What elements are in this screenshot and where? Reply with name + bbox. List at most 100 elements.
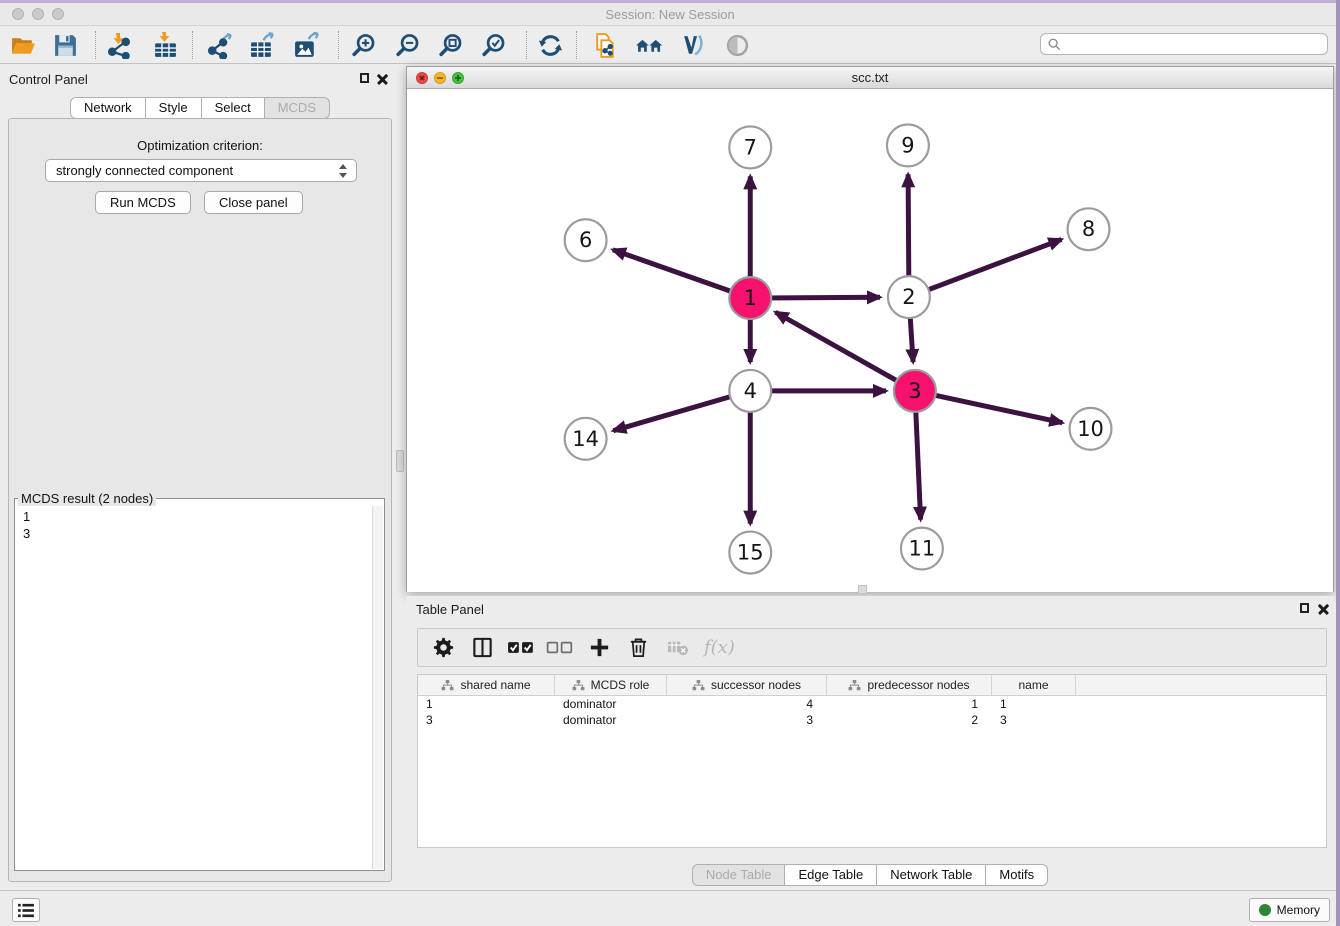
table-cell[interactable]: 1 <box>418 696 555 712</box>
memory-status-icon <box>1259 904 1271 916</box>
control-panel-tabs: NetworkStyleSelectMCDS <box>0 97 400 119</box>
table-header-row: shared nameMCDS rolesuccessor nodesprede… <box>418 675 1326 696</box>
edge-3-1[interactable] <box>776 312 915 391</box>
run-mcds-button[interactable]: Run MCDS <box>95 191 191 214</box>
clone-network-button[interactable] <box>587 29 623 61</box>
table-tab-node-table[interactable]: Node Table <box>692 864 786 886</box>
control-tab-network[interactable]: Network <box>70 97 146 119</box>
network-canvas[interactable]: 7 9 6 8 1 2 4 3 14 10 15 11 <box>407 89 1333 592</box>
svg-text:8: 8 <box>1082 217 1095 241</box>
svg-text:14: 14 <box>572 427 599 451</box>
close-table-panel-icon[interactable] <box>1318 603 1329 614</box>
column-header-successor-nodes[interactable]: successor nodes <box>667 675 827 695</box>
mcds-result-text[interactable]: 1 3 <box>16 506 372 869</box>
close-panel-button[interactable]: Close panel <box>204 191 303 214</box>
import-table-button[interactable] <box>147 29 183 61</box>
deselect-all-checkboxes-button[interactable] <box>545 633 575 663</box>
import-network-button[interactable] <box>101 29 137 61</box>
memory-label: Memory <box>1277 903 1320 917</box>
export-image-button[interactable] <box>288 29 324 61</box>
export-table-button[interactable] <box>244 29 280 61</box>
table-cell[interactable]: 1 <box>827 696 992 712</box>
column-header-predecessor-nodes[interactable]: predecessor nodes <box>827 675 992 695</box>
result-scrollbar[interactable] <box>372 506 383 869</box>
graph-node-7[interactable]: 7 <box>729 126 771 168</box>
toolbar-divider <box>338 31 339 59</box>
graph-node-10[interactable]: 10 <box>1070 408 1112 450</box>
table-row[interactable]: 3dominator323 <box>418 712 1326 728</box>
zoom-in-button[interactable] <box>345 29 381 61</box>
table-row[interactable]: 1dominator411 <box>418 696 1326 712</box>
node-table: shared nameMCDS rolesuccessor nodesprede… <box>417 674 1327 848</box>
graph-node-2[interactable]: 2 <box>888 276 930 318</box>
mcds-panel: Optimization criterion: strongly connect… <box>8 118 392 882</box>
export-network-button[interactable] <box>201 29 237 61</box>
add-column-button[interactable] <box>584 633 614 663</box>
network-graph[interactable]: 7 9 6 8 1 2 4 3 14 10 15 11 <box>407 89 1333 592</box>
column-header-shared-name[interactable]: shared name <box>418 675 555 695</box>
svg-text:10: 10 <box>1077 417 1104 441</box>
save-session-button[interactable] <box>47 29 83 61</box>
zoom-out-button[interactable] <box>389 29 425 61</box>
open-session-button[interactable] <box>5 29 41 61</box>
svg-text:9: 9 <box>901 133 914 157</box>
vizmapper-button[interactable] <box>674 29 710 61</box>
desktop-edge-right <box>1336 0 1340 926</box>
column-header-MCDS-role[interactable]: MCDS role <box>555 675 667 695</box>
mcds-result-box: MCDS result (2 nodes) 1 3 <box>14 491 385 871</box>
column-header-name[interactable]: name <box>992 675 1076 695</box>
select-all-checkboxes-button[interactable] <box>506 633 536 663</box>
edge-2-8[interactable] <box>909 239 1062 297</box>
graph-node-11[interactable]: 11 <box>901 528 943 570</box>
memory-button[interactable]: Memory <box>1249 898 1330 922</box>
graph-node-15[interactable]: 15 <box>729 532 771 574</box>
table-cell[interactable]: 3 <box>667 712 827 728</box>
table-tab-edge-table[interactable]: Edge Table <box>784 864 877 886</box>
table-cell[interactable]: dominator <box>555 696 667 712</box>
show-columns-button[interactable] <box>467 633 497 663</box>
graph-node-8[interactable]: 8 <box>1068 208 1110 250</box>
table-cell[interactable]: 1 <box>992 696 1076 712</box>
toolbar-divider <box>192 31 193 59</box>
table-cell[interactable]: 2 <box>827 712 992 728</box>
graph-node-9[interactable]: 9 <box>887 124 929 166</box>
graph-node-6[interactable]: 6 <box>565 219 607 261</box>
graph-node-3[interactable]: 3 <box>894 370 936 412</box>
graph-node-4[interactable]: 4 <box>729 370 771 412</box>
status-bar: Memory <box>0 890 1340 926</box>
table-settings-gear-button[interactable] <box>428 633 458 663</box>
network-window-titlebar[interactable]: scc.txt <box>407 67 1333 89</box>
refresh-view-button[interactable] <box>532 29 568 61</box>
delete-column-button[interactable] <box>623 633 653 663</box>
graph-node-14[interactable]: 14 <box>565 418 607 460</box>
optimization-criterion-label: Optimization criterion: <box>9 138 391 153</box>
toolbar-divider <box>576 31 577 59</box>
table-cell[interactable]: 4 <box>667 696 827 712</box>
table-cell[interactable]: dominator <box>555 712 667 728</box>
float-table-panel-icon[interactable] <box>1300 603 1309 613</box>
table-tab-network-table[interactable]: Network Table <box>876 864 986 886</box>
control-tab-mcds[interactable]: MCDS <box>264 97 330 119</box>
vertical-splitter-grip[interactable] <box>396 450 404 472</box>
toolbar-divider <box>526 31 527 59</box>
hide-eye-button[interactable] <box>719 29 755 61</box>
table-cell[interactable]: 3 <box>418 712 555 728</box>
search-input[interactable] <box>1065 35 1327 53</box>
graph-node-1[interactable]: 1 <box>729 277 771 319</box>
horizontal-splitter-grip[interactable] <box>858 585 867 594</box>
table-cell[interactable]: 3 <box>992 712 1076 728</box>
zoom-selected-button[interactable] <box>475 29 511 61</box>
zoom-fit-button[interactable] <box>432 29 468 61</box>
close-panel-icon[interactable] <box>377 73 388 84</box>
show-all-networks-button[interactable] <box>631 29 667 61</box>
criterion-value: strongly connected component <box>56 163 233 178</box>
control-tab-style[interactable]: Style <box>145 97 202 119</box>
control-tab-select[interactable]: Select <box>201 97 265 119</box>
network-view-window: scc.txt 7 9 6 8 1 2 4 3 14 10 15 11 <box>406 66 1334 592</box>
task-history-button[interactable] <box>12 898 40 922</box>
edge-3-10[interactable] <box>915 391 1062 423</box>
svg-text:3: 3 <box>908 379 921 403</box>
table-tab-motifs[interactable]: Motifs <box>985 864 1048 886</box>
float-panel-icon[interactable] <box>360 73 369 83</box>
criterion-dropdown[interactable]: strongly connected component <box>45 159 357 182</box>
